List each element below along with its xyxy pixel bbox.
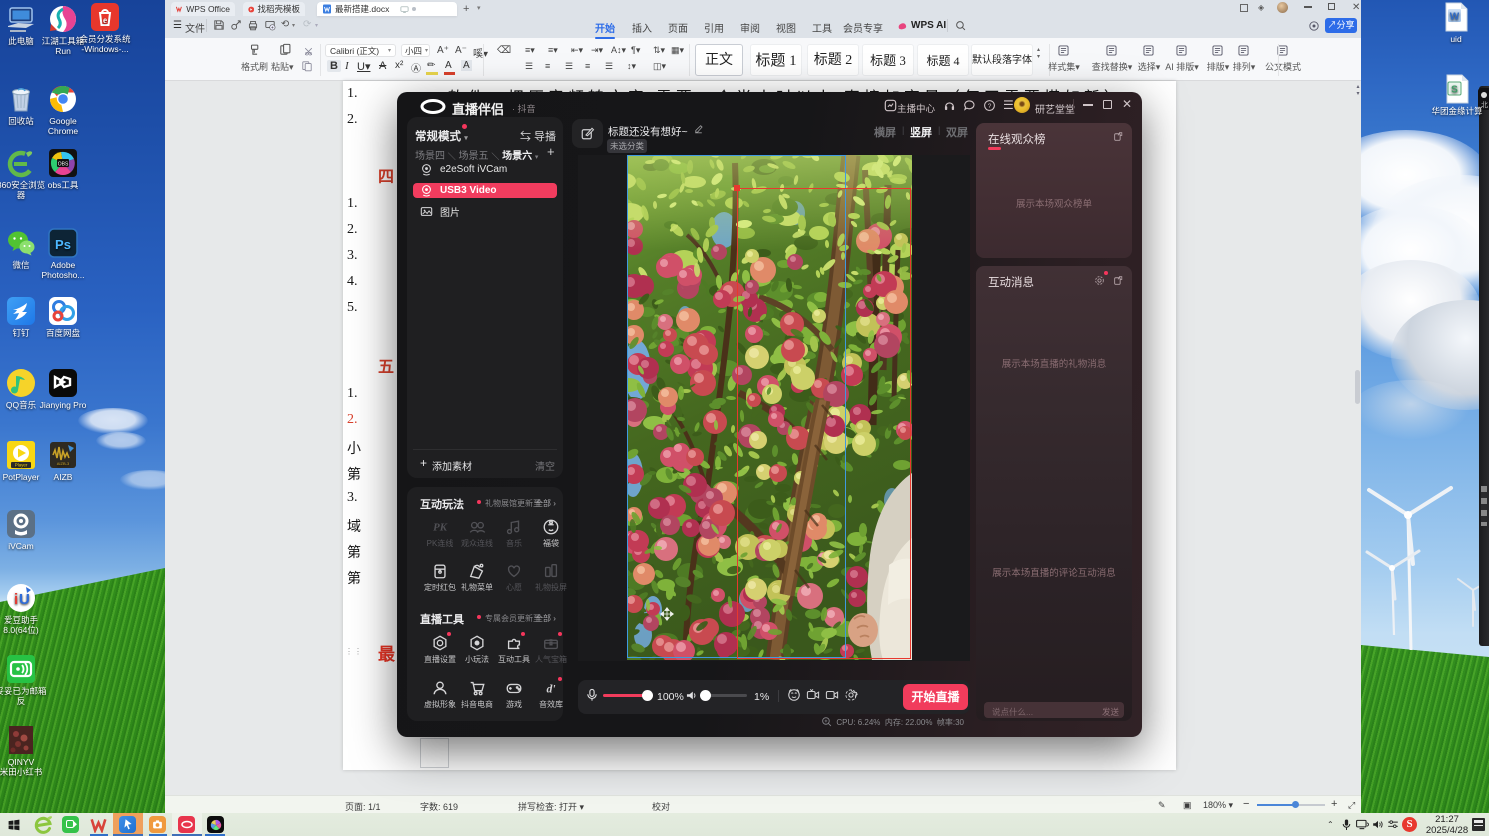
svg-text:i: i [14, 591, 18, 608]
svg-text:Ps: Ps [55, 237, 71, 252]
svg-text:W: W [1450, 12, 1460, 23]
svg-text:e: e [103, 15, 107, 25]
svg-text:AIZB-3: AIZB-3 [57, 461, 70, 466]
svg-text:OBS: OBS [58, 162, 69, 168]
svg-text:U: U [19, 591, 30, 608]
svg-text:Player: Player [15, 463, 28, 468]
svg-text:?: ? [988, 103, 992, 110]
svg-text:d': d' [546, 683, 556, 696]
svg-text:S: S [1451, 85, 1458, 96]
svg-text:PK: PK [433, 522, 448, 534]
